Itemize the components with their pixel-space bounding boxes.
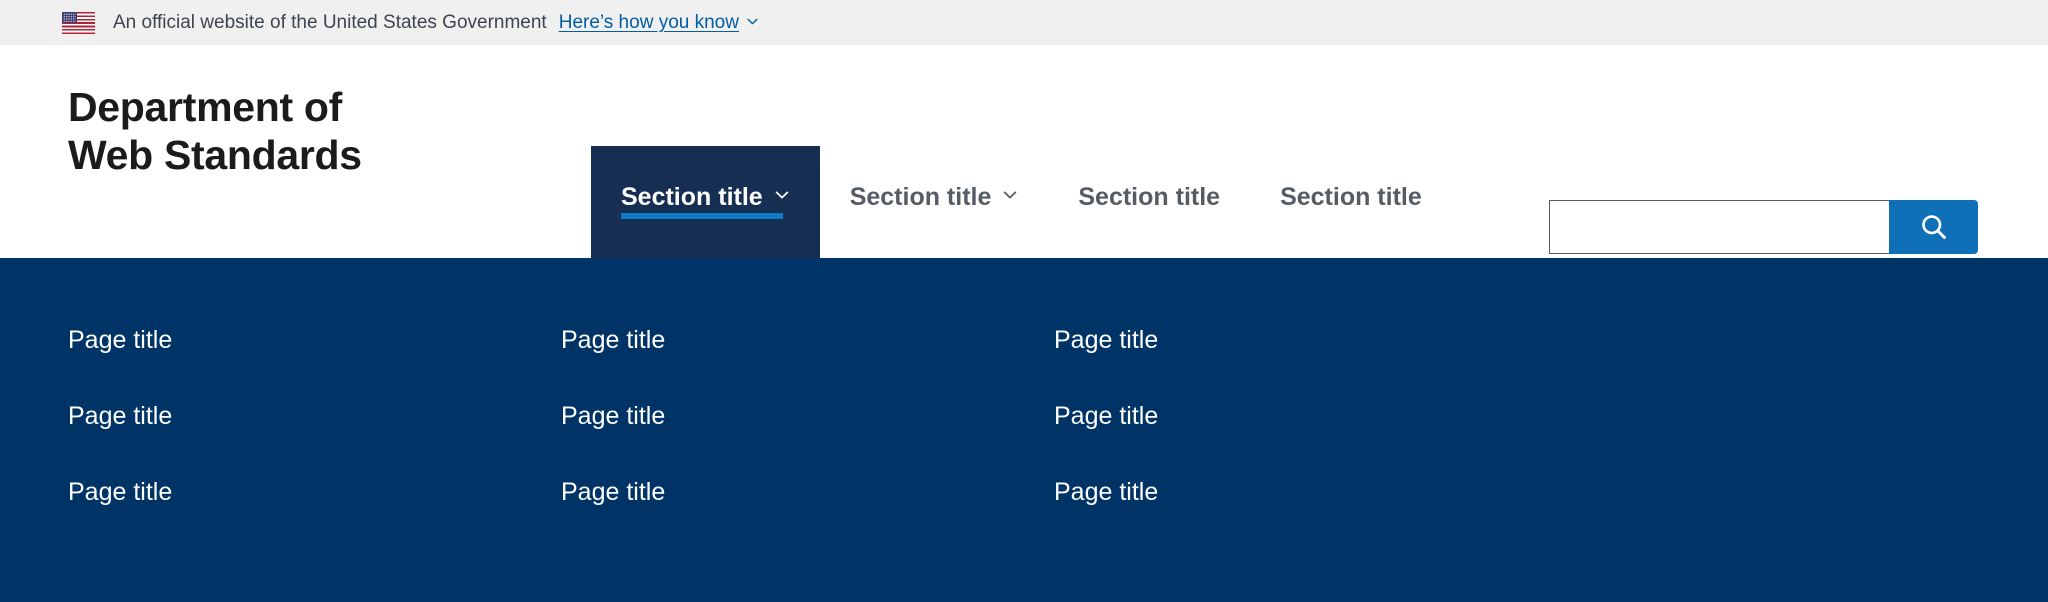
mega-menu-column-1: Page title Page title Page title — [68, 328, 561, 556]
mega-menu-link[interactable]: Page title — [561, 404, 1054, 480]
gov-banner: An official website of the United States… — [0, 0, 2048, 45]
search-form — [1549, 200, 1978, 254]
search-button[interactable] — [1889, 200, 1978, 254]
chevron-down-icon — [1002, 187, 1018, 203]
mega-menu-link[interactable]: Page title — [561, 480, 1054, 556]
mega-menu-link[interactable]: Page title — [1054, 480, 1547, 556]
mega-menu-link[interactable]: Page title — [68, 404, 561, 480]
mega-menu-columns: Page title Page title Page title Page ti… — [68, 328, 1980, 556]
nav-item-section-4[interactable]: Section title — [1250, 146, 1452, 258]
search-icon — [1919, 212, 1949, 242]
nav-item-label: Section title — [621, 183, 763, 211]
nav-item-section-2[interactable]: Section title — [820, 146, 1049, 258]
page-root: An official website of the United States… — [0, 0, 2048, 602]
mega-menu-link[interactable]: Page title — [1054, 328, 1547, 404]
mega-menu-column-2: Page title Page title Page title — [561, 328, 1054, 556]
nav-item-section-3[interactable]: Section title — [1048, 146, 1250, 258]
nav-item-label: Section title — [1280, 183, 1422, 211]
mega-menu-link[interactable]: Page title — [68, 328, 561, 404]
nav-item-section-1[interactable]: Section title — [591, 146, 820, 258]
search-input[interactable] — [1549, 200, 1889, 254]
mega-menu-link[interactable]: Page title — [68, 480, 561, 556]
nav-active-underline — [621, 213, 783, 219]
here-is-how-you-know-link[interactable]: Here’s how you know — [559, 13, 759, 32]
banner-text: An official website of the United States… — [113, 12, 547, 33]
us-flag-icon — [62, 11, 95, 34]
primary-navigation: Section title Section title Section titl… — [591, 146, 1452, 258]
banner-link-label: Here’s how you know — [558, 12, 739, 33]
site-header: Department of Web Standards Section titl… — [0, 45, 2048, 258]
site-logo[interactable]: Department of Web Standards — [68, 83, 362, 180]
mega-menu-link[interactable]: Page title — [561, 328, 1054, 404]
mega-menu-link[interactable]: Page title — [1054, 404, 1547, 480]
nav-item-label: Section title — [1078, 183, 1221, 211]
site-logo-line-2: Web Standards — [68, 132, 362, 179]
site-logo-line-1: Department of — [68, 84, 343, 130]
chevron-down-icon — [746, 15, 759, 28]
mega-menu-panel: Page title Page title Page title Page ti… — [0, 258, 2048, 602]
chevron-down-icon — [774, 187, 790, 203]
mega-menu-column-3: Page title Page title Page title — [1054, 328, 1547, 556]
nav-item-label: Section title — [849, 183, 992, 211]
